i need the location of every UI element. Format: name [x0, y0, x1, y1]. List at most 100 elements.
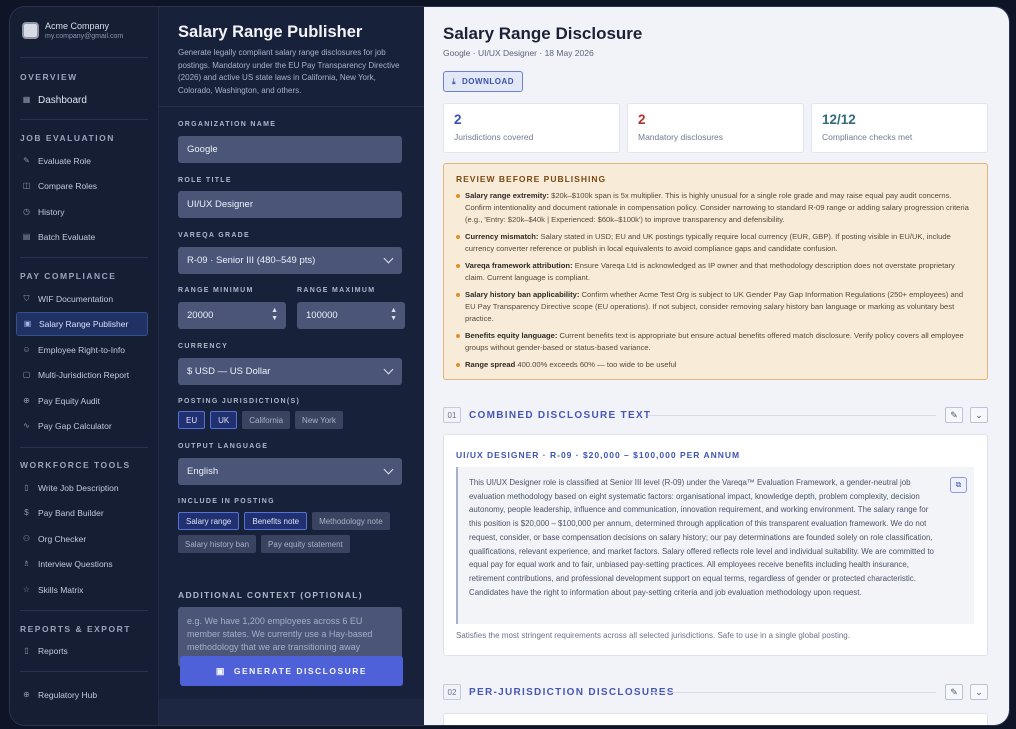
language-label: OUTPUT LANGUAGE [178, 443, 269, 450]
chevron-down-icon[interactable]: ⌄ [970, 684, 988, 700]
edit-icon[interactable]: ✎ [945, 684, 963, 700]
jurisdiction-chip[interactable]: California [242, 411, 291, 429]
sidebar-item-compare-roles[interactable]: ◫ Compare Roles [16, 175, 148, 197]
section-header-combined: 01 COMBINED DISCLOSURE TEXT ✎ ⌄ [443, 407, 988, 427]
sidebar-item-skills-matrix[interactable]: ☆ Skills Matrix [16, 579, 148, 601]
sidebar-item-evaluate-role[interactable]: ✎ Evaluate Role [16, 150, 148, 172]
stepper-icon[interactable]: ▲ ▼ [390, 307, 397, 323]
dollar-icon: $ [24, 508, 29, 517]
sidebar-item-pay-band-builder[interactable]: $ Pay Band Builder [16, 502, 148, 524]
file-icon: ▯ [24, 483, 29, 492]
sidebar-item-multi-jurisdiction-report[interactable]: ▢ Multi-Jurisdiction Report [16, 364, 148, 386]
form-description: Generate legally compliant salary range … [178, 48, 400, 95]
range-max-input[interactable]: 100000 ▲ ▼ [297, 302, 405, 329]
grade-select[interactable]: R-09 · Senior III (480–549 pts) [178, 247, 402, 274]
section-number: 02 [443, 684, 461, 700]
sidebar-item-wif-documentation[interactable]: ⛉ WIF Documentation [16, 288, 148, 310]
include-option-chip[interactable]: Benefits note [244, 512, 308, 530]
section-title: COMBINED DISCLOSURE TEXT [469, 410, 652, 421]
user-icon: ☺ [22, 345, 31, 354]
download-button[interactable]: ⤓ DOWNLOAD [443, 71, 523, 92]
sidebar: Acme Company my.company@gmail.com OVERVI… [10, 7, 159, 725]
stepper-icon[interactable]: ▲ ▼ [271, 307, 278, 323]
include-option-chip[interactable]: Pay equity statement [261, 535, 350, 553]
sidebar-item-employee-right-to-info[interactable]: ☺ Employee Right-to-Info [16, 339, 148, 361]
stat-card: 2 Jurisdictions covered [443, 103, 620, 153]
publisher-form: Salary Range Publisher Generate legally … [159, 7, 424, 725]
edit-icon: ✎ [23, 156, 30, 165]
stack-icon: ▤ [22, 232, 31, 241]
app-window: Acme Company my.company@gmail.com OVERVI… [9, 6, 1010, 726]
disclosure-note: Satisfies the most stringent requirement… [456, 631, 850, 640]
language-select[interactable]: English [178, 458, 402, 485]
stat-value: 2 [638, 112, 646, 127]
generate-disclosure-button[interactable]: ▣ GENERATE DISCLOSURE [180, 656, 403, 686]
download-icon: ⤓ [451, 76, 457, 86]
copy-icon[interactable]: ⧉ [950, 477, 967, 493]
chevron-down-icon[interactable]: ⌄ [970, 407, 988, 423]
disclosure-title: Salary Range Disclosure [443, 24, 643, 43]
include-option-chip[interactable]: Salary history ban [178, 535, 257, 553]
review-item-heading: Vareqa framework attribution: [465, 261, 573, 270]
stat-label: Mandatory disclosures [638, 132, 724, 142]
globe-icon: ⊕ [23, 396, 30, 405]
chevron-down-icon [383, 464, 394, 475]
sidebar-item-dashboard[interactable]: ▦ Dashboard [16, 89, 148, 111]
briefcase-icon: ▣ [215, 665, 226, 676]
shield-icon: ⛉ [23, 294, 30, 303]
sidebar-item-salary-range-publisher[interactable]: ▣ Salary Range Publisher [16, 312, 148, 336]
company-name: Acme Company [45, 21, 110, 31]
stat-value: 2 [454, 112, 462, 127]
form-header: Salary Range Publisher Generate legally … [159, 7, 424, 107]
currency-label: CURRENCY [178, 343, 229, 350]
sidebar-item-write-job-description[interactable]: ▯ Write Job Description [16, 477, 148, 499]
review-item: Salary range extremity: $20k–$100k span … [456, 190, 975, 226]
sidebar-item-pay-gap-calculator[interactable]: ∿ Pay Gap Calculator [16, 415, 148, 437]
review-item-heading: Benefits equity language: [465, 331, 558, 340]
sidebar-item-reports[interactable]: ▯ Reports [16, 640, 148, 662]
stat-label: Jurisdictions covered [454, 132, 534, 142]
org-name-input[interactable]: Google [178, 136, 402, 163]
min-label: RANGE MINIMUM [178, 287, 254, 294]
form-title: Salary Range Publisher [178, 23, 363, 41]
review-item: Vareqa framework attribution: Ensure Var… [456, 260, 975, 284]
company-switcher[interactable]: Acme Company my.company@gmail.com [22, 21, 152, 45]
clock-icon: ◷ [23, 207, 30, 216]
document-icon: ▢ [22, 370, 31, 379]
sidebar-item-regulatory-hub[interactable]: ⊕ Regulatory Hub [16, 684, 148, 706]
stat-card: 2 Mandatory disclosures [627, 103, 804, 153]
review-list: Salary range extremity: $20k–$100k span … [456, 190, 975, 371]
edit-icon[interactable]: ✎ [945, 407, 963, 423]
jurisdiction-chip[interactable]: New York [295, 411, 343, 429]
grid-icon: ▦ [22, 95, 31, 104]
company-email: my.company@gmail.com [45, 33, 124, 40]
include-label: INCLUDE IN POSTING [178, 498, 275, 505]
include-option-chip[interactable]: Methodology note [312, 512, 390, 530]
divider [20, 257, 148, 258]
disclosure-heading: UI/UX DESIGNER · R-09 · $20,000 – $100,0… [456, 450, 741, 460]
sidebar-item-batch-evaluate[interactable]: ▤ Batch Evaluate [16, 226, 148, 248]
include-chips: Salary range Benefits note Methodology not… [178, 512, 404, 553]
sidebar-item-interview-questions[interactable]: ♗ Interview Questions [16, 553, 148, 575]
divider [648, 692, 936, 693]
review-item-heading: Range spread [465, 360, 516, 369]
disclosure-pane: Salary Range Disclosure Google · UI/UX D… [424, 7, 1009, 725]
role-title-input[interactable]: UI/UX Designer [178, 191, 402, 218]
star-icon: ☆ [22, 585, 31, 594]
review-panel: REVIEW BEFORE PUBLISHING Salary range ex… [443, 163, 988, 380]
disclosure-subtitle: Google · UI/UX Designer · 18 May 2026 [443, 48, 594, 58]
currency-select[interactable]: $ USD — US Dollar [178, 358, 402, 385]
review-item: Benefits equity language: Current benefi… [456, 330, 975, 354]
org-label: ORGANIZATION NAME [178, 121, 277, 128]
review-item: Salary history ban applicability: Confir… [456, 289, 975, 325]
jurisdiction-chip[interactable]: EU [178, 411, 206, 429]
range-min-input[interactable]: 20000 ▲ ▼ [178, 302, 286, 329]
sidebar-item-pay-equity-audit[interactable]: ⊕ Pay Equity Audit [16, 390, 148, 412]
divider [20, 57, 148, 58]
include-option-chip[interactable]: Salary range [178, 512, 240, 530]
jurisdiction-label: POSTING JURISDICTION(S) [178, 398, 301, 405]
sidebar-item-org-checker[interactable]: ⚇ Org Checker [16, 528, 148, 550]
chevron-down-icon [383, 253, 394, 264]
sidebar-item-history[interactable]: ◷ History [16, 201, 148, 223]
jurisdiction-chip[interactable]: UK [210, 411, 238, 429]
